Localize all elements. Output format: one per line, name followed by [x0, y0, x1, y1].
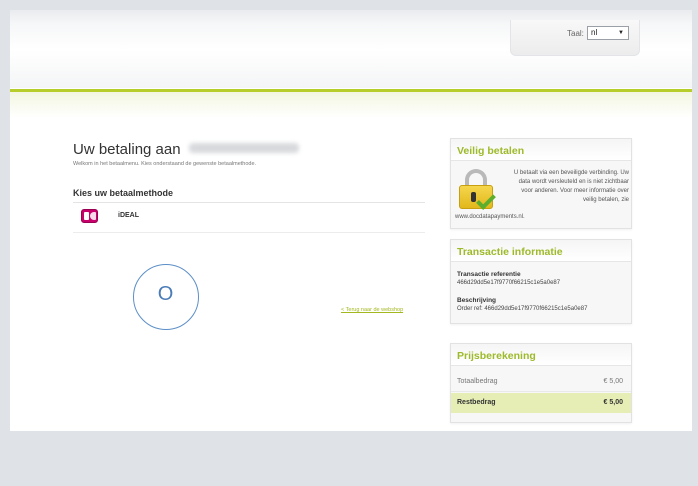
secure-payment-text: U betaalt via een beveiligde verbinding.… [513, 170, 629, 203]
transaction-reference: Transactie referentie 466d29dd5e17f9770f… [457, 271, 560, 286]
transaction-reference-label: Transactie referentie [457, 271, 521, 278]
language-tab: Taal: nl ▼ [510, 20, 640, 56]
padlock-icon [459, 169, 496, 210]
divider [73, 232, 425, 233]
ideal-logo-icon [81, 209, 98, 223]
language-label: Taal: [567, 29, 584, 38]
secure-payment-link[interactable]: www.docdatapayments.nl. [455, 214, 525, 220]
payment-method-ideal[interactable]: iDEAL [73, 206, 425, 232]
remaining-amount-value: € 5,00 [603, 399, 623, 406]
merchant-name-redacted [188, 143, 299, 153]
page-title-text: Uw betaling aan [73, 141, 181, 158]
back-to-webshop-link[interactable]: < Terug naar de webshop [341, 307, 403, 313]
payment-method-heading: Kies uw betaalmethode [73, 188, 174, 198]
page-title: Uw betaling aan [73, 141, 299, 158]
payment-page: Taal: nl ▼ Uw betaling aan Welkom in het… [10, 10, 692, 484]
welcome-text: Welkom in het betaalmenu. Kies onderstaa… [73, 161, 257, 167]
annotation-letter: O [157, 283, 174, 305]
transaction-reference-value: 466d29dd5e17f9770f66215c1e5a0e87 [457, 280, 561, 286]
secure-payment-panel: Veilig betalen U betaalt via een beveili… [450, 138, 632, 229]
transaction-description: Beschrijving Order ref: 466d29dd5e17f977… [457, 297, 587, 312]
secure-payment-title: Veilig betalen [451, 139, 631, 161]
transaction-description-value: Order ref: 466d29dd5e17f9770f66215c1e5a0… [457, 306, 588, 312]
annotation-circle: O [133, 264, 199, 330]
header-accent-glow [10, 92, 692, 118]
header-bar: Taal: nl ▼ [10, 10, 692, 88]
transaction-description-label: Beschrijving [457, 297, 497, 304]
total-amount-label: Totaalbedrag [457, 378, 498, 385]
remaining-amount-label: Restbedrag [457, 399, 496, 406]
total-amount-row: Totaalbedrag € 5,00 [451, 372, 631, 392]
footer-bar [10, 431, 692, 484]
total-amount-value: € 5,00 [603, 378, 623, 385]
transaction-info-panel: Transactie informatie Transactie referen… [450, 239, 632, 324]
language-select[interactable]: nl ▼ [587, 26, 629, 40]
chevron-down-icon: ▼ [618, 30, 624, 36]
divider [73, 202, 425, 203]
price-calculation-title: Prijsberekening [451, 344, 631, 366]
price-calculation-panel: Prijsberekening Totaalbedrag € 5,00 Rest… [450, 343, 632, 423]
remaining-amount-row: Restbedrag € 5,00 [451, 393, 631, 413]
language-select-value: nl [591, 28, 598, 37]
payment-method-label: iDEAL [118, 212, 139, 219]
transaction-info-title: Transactie informatie [451, 240, 631, 262]
